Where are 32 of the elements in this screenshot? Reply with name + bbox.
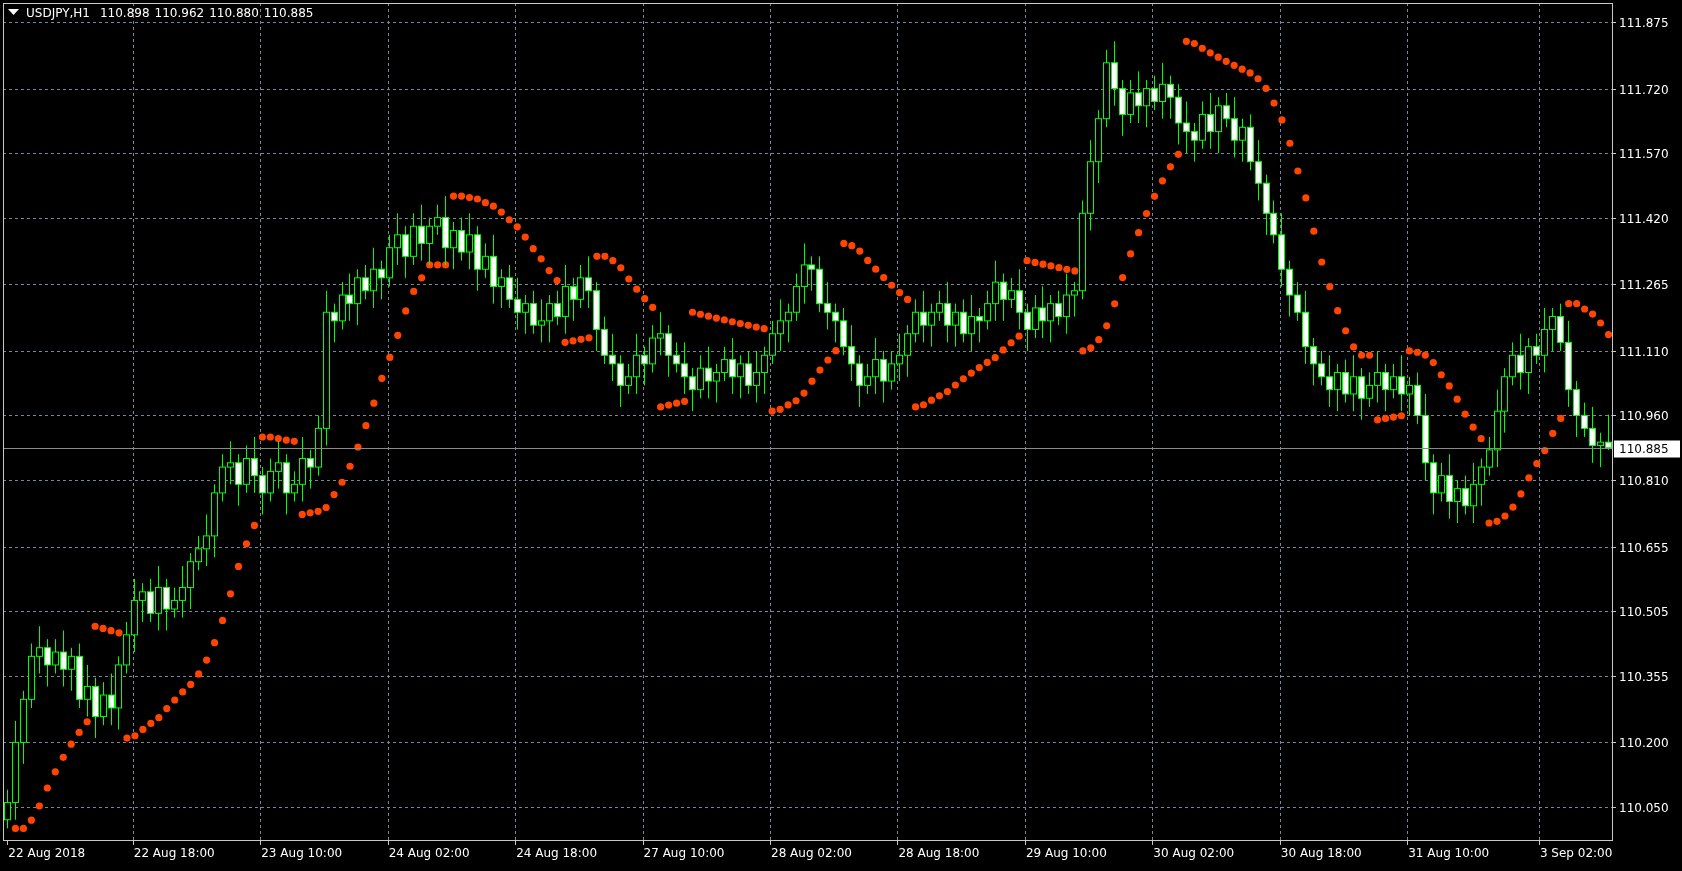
chart-symbol: USDJPY,H1 — [26, 6, 90, 20]
y-axis-label: 110.655 — [1619, 541, 1669, 555]
y-axis-label: 111.265 — [1619, 278, 1669, 292]
ohlc-value: 110.880 — [209, 6, 259, 20]
x-axis-label: 22 Aug 2018 — [8, 846, 86, 860]
ohlc-value: 110.885 — [263, 6, 314, 20]
y-axis-label: 110.050 — [1619, 801, 1669, 815]
y-axis-label: 111.420 — [1619, 212, 1669, 226]
y-axis-label: 110.810 — [1619, 474, 1669, 488]
x-axis-label: 31 Aug 10:00 — [1408, 846, 1490, 860]
ohlc-value: 110.962 — [154, 6, 205, 20]
x-axis-label: 23 Aug 10:00 — [261, 846, 343, 860]
y-axis-label: 110.200 — [1619, 736, 1669, 750]
y-axis-label: 110.505 — [1619, 605, 1669, 619]
x-axis-label: 28 Aug 02:00 — [771, 846, 852, 860]
y-axis-label: 110.355 — [1619, 670, 1669, 684]
y-axis-label: 110.960 — [1619, 409, 1669, 423]
x-axis-label: 29 Aug 10:00 — [1025, 846, 1107, 860]
ohlc-value: 110.898 — [99, 6, 150, 20]
x-axis-label: 22 Aug 18:00 — [133, 846, 215, 860]
x-axis-label: 24 Aug 18:00 — [516, 846, 598, 860]
x-axis-label: 24 Aug 02:00 — [388, 846, 470, 860]
y-axis-label: 111.720 — [1619, 83, 1669, 97]
x-axis-label: 27 Aug 10:00 — [643, 846, 725, 860]
y-axis-label: 111.110 — [1619, 345, 1669, 359]
y-axis-label: 111.570 — [1619, 147, 1669, 161]
x-axis-label: 30 Aug 18:00 — [1280, 846, 1362, 860]
current-price-label: 110.885 — [1619, 442, 1669, 456]
x-axis-label: 28 Aug 18:00 — [898, 846, 980, 860]
x-axis-label: 30 Aug 02:00 — [1153, 846, 1235, 860]
y-axis-label: 111.875 — [1619, 16, 1669, 30]
x-axis-label: 3 Sep 02:00 — [1539, 846, 1613, 860]
